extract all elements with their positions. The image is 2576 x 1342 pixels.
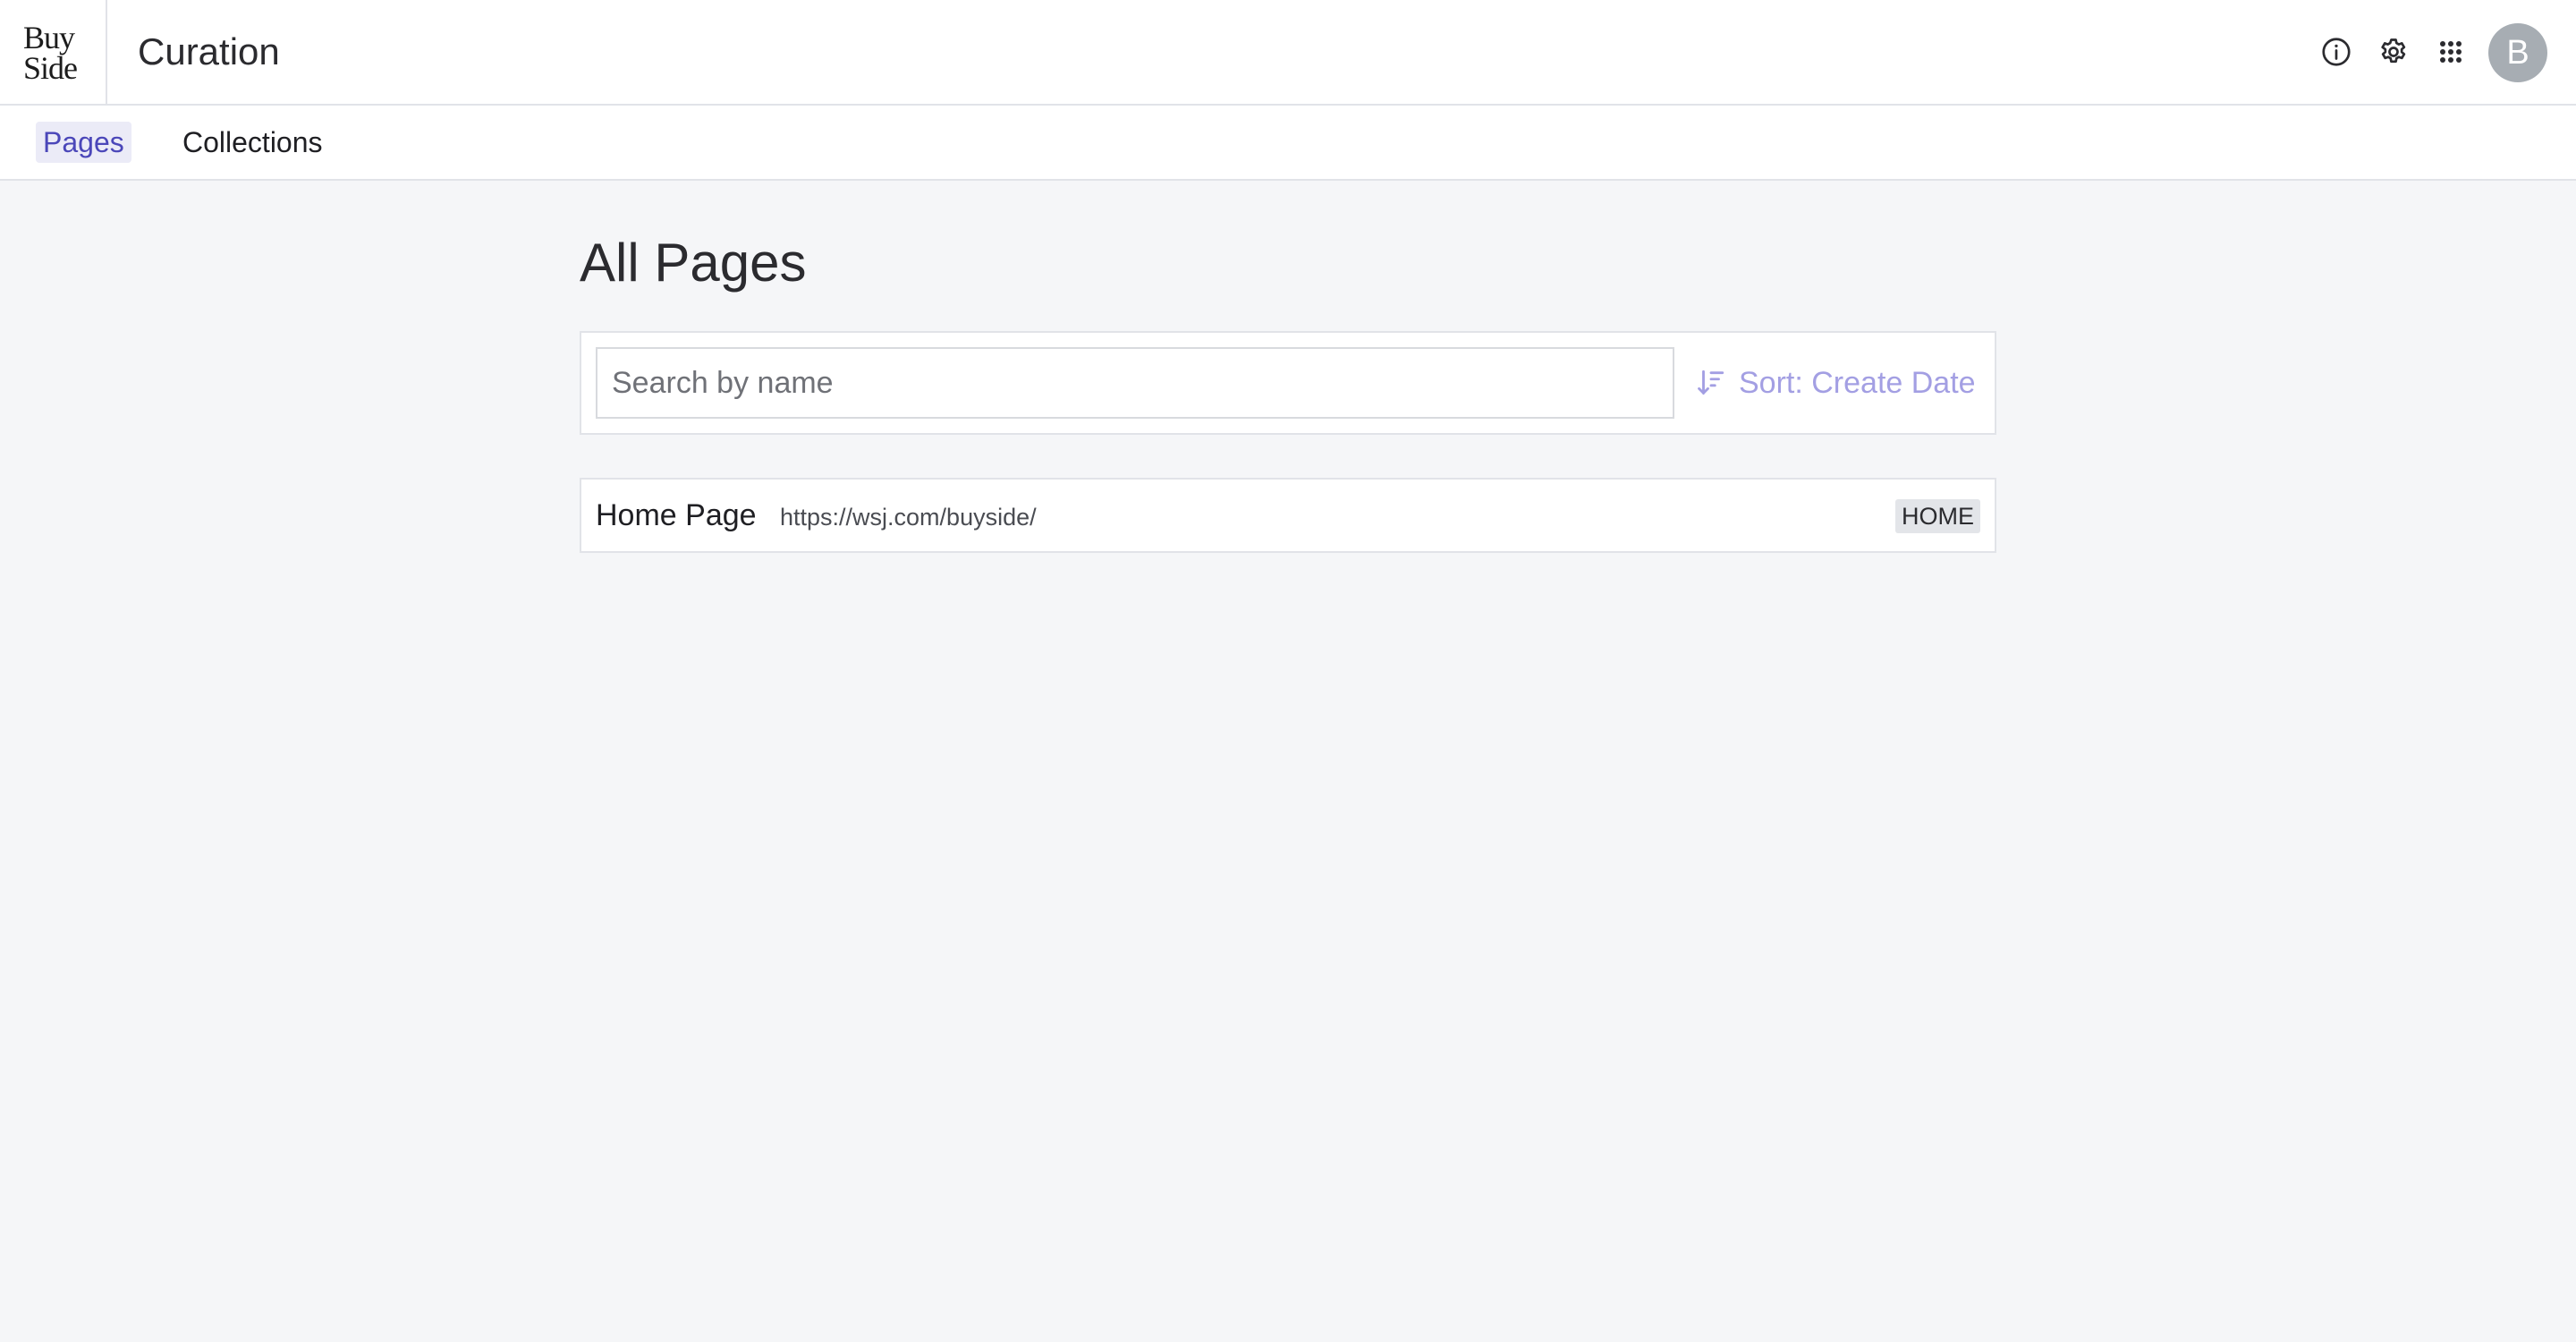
user-avatar[interactable]: B [2488,23,2547,82]
info-icon[interactable] [2320,36,2352,68]
tab-collections[interactable]: Collections [175,122,330,163]
tab-pages[interactable]: Pages [36,122,131,163]
page-title: All Pages [580,233,807,293]
apps-grid-icon[interactable] [2435,36,2467,68]
app-title: Curation [138,30,280,72]
page-url: https://wsj.com/buyside/ [780,504,1037,531]
gear-icon[interactable] [2377,36,2410,68]
app-header: Buy Side Curation B [0,0,2576,106]
sort-button[interactable]: Sort: Create Date [1696,356,1976,410]
page-row-home[interactable]: Home Page https://wsj.com/buyside/ HOME [580,478,1996,553]
sort-icon [1698,369,1724,395]
home-badge: HOME [1895,499,1980,533]
nav-tabs: Pages Collections [0,106,2576,181]
search-input[interactable] [596,347,1674,419]
logo-line-1: Buy [23,20,75,55]
logo-line-2: Side [23,50,78,86]
buyside-logo[interactable]: Buy Side [0,0,107,104]
page-name: Home Page [596,498,757,532]
sort-label: Sort: Create Date [1739,365,1976,400]
search-toolbar: Sort: Create Date [580,331,1996,435]
